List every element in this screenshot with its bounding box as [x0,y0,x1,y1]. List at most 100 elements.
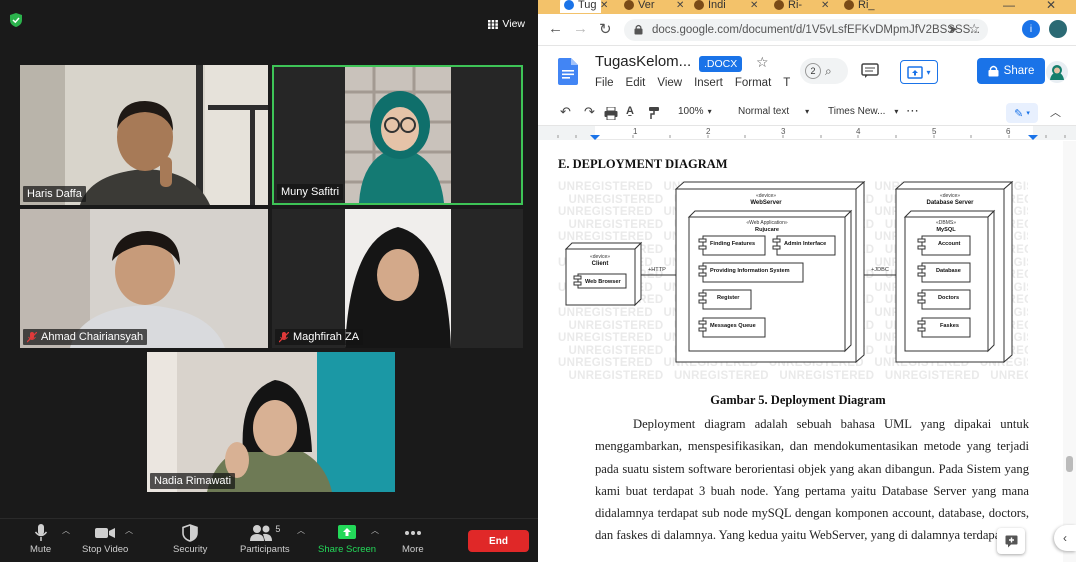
tab-close-icon[interactable]: ✕ [600,0,608,11]
grid-icon [488,19,499,29]
spellcheck-icon[interactable]: A̱ [626,105,634,117]
docs-favicon-icon [564,0,574,10]
tab[interactable]: Ri- [770,0,806,13]
google-docs-icon[interactable] [558,58,578,85]
participant-video [272,209,523,348]
tab-close-icon[interactable]: ✕ [821,0,829,11]
menu-view[interactable]: View [657,77,682,89]
db-component-database: Database [936,268,961,274]
chevron-up-icon[interactable]: ︿ [125,525,133,536]
menu-file[interactable]: File [595,77,614,89]
view-button[interactable]: View [488,18,525,30]
video-tile-haris[interactable]: Haris Daffa [20,65,268,205]
tab-title: Ri_ [858,0,875,11]
stop-video-button[interactable]: Stop Video [82,524,128,555]
ruler-number: 5 [932,127,937,136]
document-title[interactable]: TugasKelom... [595,53,691,70]
ruler-number: 4 [856,127,861,136]
participant-name-tag: Muny Safitri [277,184,344,200]
docx-badge: .DOCX [699,56,743,72]
mute-button[interactable]: Mute [30,524,51,555]
tab-close-icon[interactable]: ✕ [676,0,684,11]
extension-info-icon[interactable]: i [1022,20,1040,38]
tab[interactable]: Indi [690,0,730,13]
caret-down-icon: ▾ [805,107,810,116]
share-screen-button[interactable]: Share Screen [318,524,376,555]
vertical-scrollbar[interactable] [1063,141,1076,562]
add-comment-button[interactable] [997,528,1025,554]
window-minimize-icon[interactable]: — [1003,0,1015,12]
reload-icon[interactable]: ↻ [599,20,612,38]
webserver-stereotype: «device» [756,193,776,199]
browser-window: Tug Ver Indi Ri- Ri_ ✕ ✕ ✕ ✕ — ✕ ← → ↻ d… [538,0,1076,562]
profile-avatar[interactable] [1049,20,1067,38]
editing-mode-button[interactable]: ✎ ▾ [1006,103,1038,123]
participant-video [20,209,268,348]
url-field[interactable]: docs.google.com/document/d/1V5vLsfEFKvDM… [624,19,988,41]
font-family-select[interactable]: Times New... ▾ [828,106,898,117]
site-favicon-icon [774,0,784,10]
participant-name: Ahmad Chairiansyah [41,331,144,343]
user-avatar[interactable] [1046,61,1068,83]
zoom-select[interactable]: 100% ▾ [678,106,712,117]
comment-icon[interactable] [861,63,879,79]
video-tile-maghfirah[interactable]: Maghfirah ZA [272,209,523,348]
more-options-icon[interactable]: ⋯ [906,103,919,119]
paint-format-icon[interactable] [648,106,660,120]
tab-active[interactable]: Tug [560,0,601,13]
font-value: Times New... [828,106,886,117]
menu-edit[interactable]: Edit [626,77,646,89]
security-button[interactable]: Security [173,524,207,555]
tab-title: Indi [708,0,726,11]
participant-video [20,65,268,205]
document-page[interactable]: E. DEPLOYMENT DIAGRAM UNREGISTERED UNREG… [538,141,1063,562]
menu-format[interactable]: Format [735,77,771,89]
scrollbar-thumb[interactable] [1066,456,1073,472]
window-close-icon[interactable]: ✕ [1046,0,1056,12]
undo-icon[interactable]: ↶ [560,104,571,120]
participants-button[interactable]: 5 Participants [240,524,290,555]
side-panel-toggle[interactable]: ‹ [1054,525,1076,551]
video-tile-nadia[interactable]: Nadia Rimawati [147,352,395,492]
chevron-up-icon[interactable]: ︿ [371,525,379,536]
more-button[interactable]: More [402,524,424,555]
chevron-up-icon[interactable]: ︿ [62,525,70,536]
encryption-shield-icon[interactable] [10,13,22,27]
present-button[interactable]: ▾ [900,60,938,84]
collapse-toolbar-icon[interactable]: ︿ [1050,104,1061,120]
share-button[interactable]: Share [977,58,1045,84]
tab-close-icon[interactable]: ✕ [750,0,758,11]
jdbc-connector-label: +JDBC [871,267,889,273]
video-tile-muny[interactable]: Muny Safitri [272,65,523,205]
send-to-devices-icon[interactable]: ➤ [948,22,958,36]
ruler-number: 1 [633,127,638,136]
print-icon[interactable] [604,107,618,120]
end-label: End [489,535,508,547]
video-tile-ahmad[interactable]: Ahmad Chairiansyah [20,209,268,348]
address-bar-row: ← → ↻ docs.google.com/document/d/1V5vLsf… [538,14,1076,46]
participant-name-tag: Haris Daffa [23,186,86,202]
paragraph-style-select[interactable]: Normal text ▾ [738,106,809,117]
star-icon[interactable]: ☆ [756,54,769,71]
site-favicon-icon [694,0,704,10]
participant-name: Maghfirah ZA [293,331,360,343]
component-providing-info: Providing Information System [710,268,790,274]
tab[interactable]: Ri_ [840,0,879,13]
bookmark-star-icon[interactable]: ☆ [968,21,980,37]
redo-icon[interactable]: ↷ [584,104,595,120]
participant-name-tag: Ahmad Chairiansyah [23,329,148,345]
menu-tools[interactable]: T [783,77,790,89]
tab[interactable]: Ver [620,0,659,13]
dbms-stereotype: «DBMS» [936,220,956,226]
share-screen-icon [338,525,357,539]
style-value: Normal text [738,106,790,117]
collaborators-button[interactable]: 2 ⌕ [800,58,848,84]
back-arrow-icon[interactable]: ← [548,20,563,37]
chevron-up-icon[interactable]: ︿ [297,525,305,536]
more-dots-icon [404,531,421,535]
menu-insert[interactable]: Insert [694,77,723,89]
docs-toolbar: ↶ ↷ A̱ 100% ▾ Normal text ▾ Times New... ▾ … [538,100,1076,126]
end-meeting-button[interactable]: End [468,530,529,552]
forward-arrow-icon[interactable]: → [573,20,588,37]
participant-video [147,352,395,492]
